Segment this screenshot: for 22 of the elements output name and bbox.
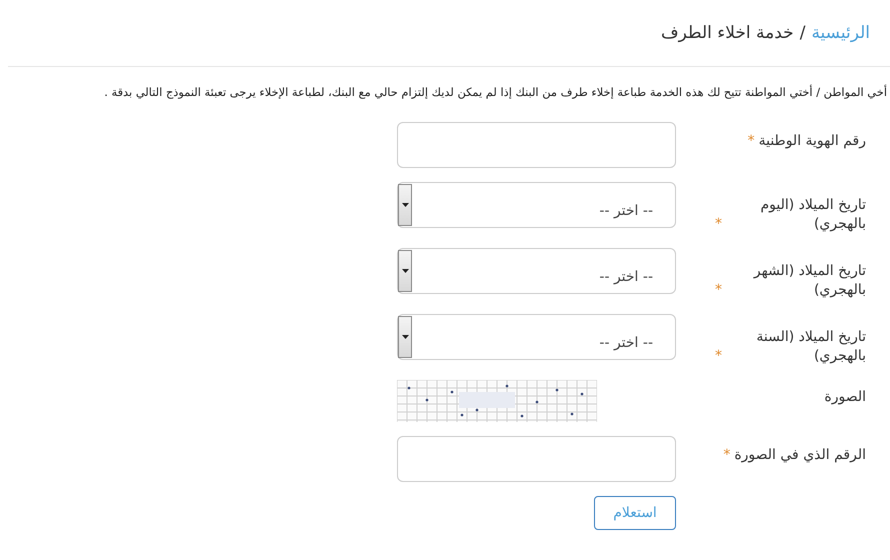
field-label: الرقم الذي في الصورة bbox=[734, 446, 866, 465]
required-mark: * bbox=[723, 446, 730, 465]
select-field[interactable]: -- اختر -- bbox=[397, 314, 676, 360]
intro-text: أخي المواطن / أختي المواطنة تتيح لك هذه الخدمة طباعة إخلاء طرف من البنك إذا لم يمكن لديك إلتزام حالي مع البنك، لطباعة الإخلاء يرجى تعبئة النموذج التالي بدقة . bbox=[103, 85, 887, 99]
breadcrumb-current: خدمة اخلاء الطرف bbox=[661, 23, 794, 43]
input-field[interactable] bbox=[397, 436, 676, 482]
required-mark: * bbox=[715, 281, 722, 300]
caret-icon[interactable] bbox=[398, 184, 412, 226]
caret-icon[interactable] bbox=[398, 250, 412, 292]
field-label: تاريخ الميلاد (الشهر بالهجري) bbox=[752, 262, 866, 300]
caret-icon[interactable] bbox=[398, 316, 412, 358]
field-label: الصورة bbox=[824, 388, 866, 407]
breadcrumb-separator: / bbox=[800, 23, 806, 43]
select-field[interactable]: -- اختر -- bbox=[397, 182, 676, 228]
field-label: رقم الهوية الوطنية bbox=[758, 132, 866, 151]
required-mark: * bbox=[715, 215, 722, 234]
select-field[interactable]: -- اختر -- bbox=[397, 248, 676, 294]
field-label: تاريخ الميلاد (السنة بالهجري) bbox=[755, 328, 866, 366]
required-mark: * bbox=[748, 132, 755, 151]
required-mark: * bbox=[715, 347, 722, 366]
input-field[interactable] bbox=[397, 122, 676, 168]
field-label: تاريخ الميلاد (اليوم بالهجري) bbox=[759, 196, 866, 234]
